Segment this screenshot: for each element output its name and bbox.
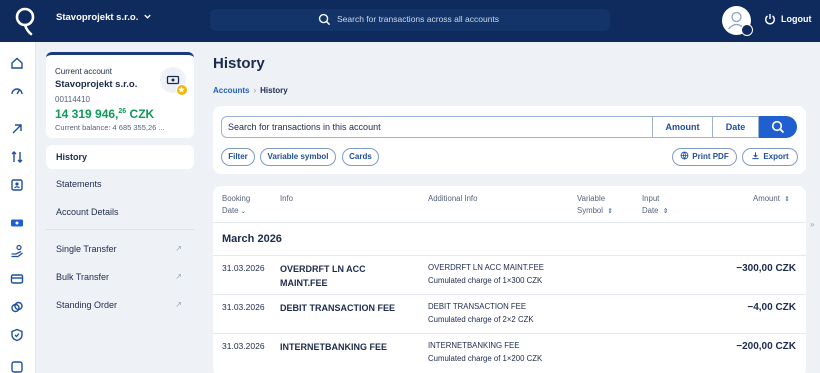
account-search [221,116,653,138]
payments-hand-icon[interactable] [10,244,24,258]
search-panel: Amount Date Filter Variable symbol Cards… [213,106,806,174]
row-date: 31.03.2026 [222,263,265,273]
external-link-icon: ↗ [175,300,182,309]
favorite-star-icon[interactable] [176,84,188,96]
top-bar: Stavoprojekt s.r.o. Search for transacti… [0,0,820,42]
sidebar-item-account-details[interactable]: Account Details [46,200,194,224]
external-link-icon: ↗ [175,244,182,253]
row-additional-info: DEBIT TRANSACTION FEE Cumulated charge of… [428,302,534,324]
cards-button[interactable]: Cards [342,148,379,166]
row-additional-info: OVERDRFT LN ACC MAINT.FEE Cumulated charg… [428,263,544,285]
messages-icon[interactable] [10,360,24,373]
sort-icon: ⇕ [607,208,613,215]
expand-panel-icon[interactable]: » [810,220,814,229]
icon-rail [0,42,36,373]
header-divider [213,222,806,223]
contacts-icon[interactable] [10,178,24,192]
row-divider [213,255,806,256]
globe-icon [680,151,689,160]
cards-icon[interactable] [10,272,24,286]
row-divider [213,333,806,334]
print-pdf-button[interactable]: Print PDF [672,148,737,166]
breadcrumb-accounts[interactable]: Accounts [213,86,249,95]
search-icon [318,13,331,26]
transactions-table: Booking Date ⌄ Info Additional Info Varia… [213,186,806,373]
row-info: INTERNETBANKING FEE [280,342,388,352]
download-icon [751,151,760,160]
column-info: Info [280,194,294,203]
amount-button[interactable]: Amount [653,116,713,138]
account-name: Stavoprojekt s.r.o. [55,79,138,90]
breadcrumb-separator-icon: › [253,86,257,95]
breadcrumb: Accounts › History [213,86,288,95]
month-heading: March 2026 [222,233,282,245]
variable-symbol-button[interactable]: Variable symbol [260,148,336,166]
row-amount: −4,00 CZK [747,302,796,313]
column-input-date[interactable]: Input Date ⇕ [642,193,668,218]
external-link-icon: ↗ [175,272,182,281]
bank-logo[interactable] [14,6,36,36]
power-icon[interactable] [764,13,776,25]
logout-button[interactable]: Logout [781,14,812,24]
row-date: 31.03.2026 [222,302,265,312]
settings-badge-icon[interactable] [741,24,753,36]
row-additional-info: INTERNETBANKING FEE Cumulated charge of 1… [428,341,543,363]
account-card[interactable]: Current account Stavoprojekt s.r.o. 0011… [46,52,194,138]
current-balance: Current balance: 4 685 355,26 ... [55,123,165,132]
row-date: 31.03.2026 [222,341,265,351]
column-amount[interactable]: Amount ⇕ [753,193,790,206]
chevron-down-icon[interactable] [143,12,152,21]
sidebar-divider [46,229,194,230]
sort-down-icon: ⌄ [240,208,247,215]
sidebar-item-standing-order[interactable]: Standing Order ↗ [46,293,194,317]
dashboard-icon[interactable] [10,84,24,98]
global-search-placeholder: Search for transactions across all accou… [337,14,500,24]
company-name[interactable]: Stavoprojekt s.r.o. [56,12,138,23]
date-button[interactable]: Date [713,116,759,138]
row-amount: −300,00 CZK [736,263,796,274]
sidebar-item-history[interactable]: History [46,145,194,169]
column-booking-date[interactable]: Booking Date ⌄ [222,193,250,218]
sidebar-item-single-transfer[interactable]: Single Transfer ↗ [46,237,194,261]
export-button[interactable]: Export [742,148,798,166]
sort-icon: ⇕ [662,208,669,215]
savings-icon[interactable] [10,300,24,314]
search-button[interactable] [759,116,797,138]
row-info: DEBIT TRANSACTION FEE [280,303,396,313]
search-icon [771,120,785,134]
page-title: History [213,55,265,72]
accounts-icon[interactable] [10,216,24,230]
column-additional-info: Additional Info [428,194,478,203]
home-icon[interactable] [10,56,24,70]
sidebar-item-bulk-transfer[interactable]: Bulk Transfer ↗ [46,265,194,289]
sidebar-item-statements[interactable]: Statements [46,172,194,196]
row-divider [213,294,806,295]
account-search-input[interactable] [222,117,652,137]
row-info: OVERDRFT LN ACC MAINT.FEE [280,264,366,288]
shield-icon[interactable] [10,328,24,342]
account-number: 00114410 [55,95,90,104]
arrow-up-right-icon[interactable] [10,122,24,136]
transfer-arrows-icon[interactable] [10,150,24,164]
account-balance: 14 319 946,26 CZK [55,107,155,121]
filter-button[interactable]: Filter [221,148,255,166]
global-search[interactable]: Search for transactions across all accou… [210,9,610,31]
account-type: Current account [55,67,112,76]
breadcrumb-current: History [260,86,288,95]
sort-icon: ⇕ [784,196,790,203]
row-amount: −200,00 CZK [736,341,796,352]
column-variable-symbol[interactable]: Variable Symbol ⇕ [577,193,613,218]
